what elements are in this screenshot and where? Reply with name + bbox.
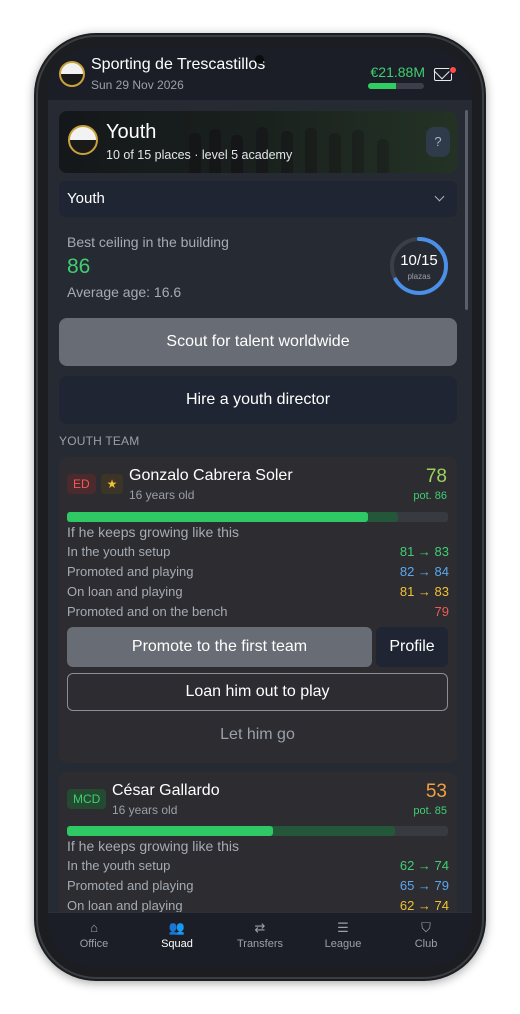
list-icon: ☰	[337, 920, 349, 935]
player-potential: pot. 86	[413, 490, 447, 502]
nav-item-label: Office	[79, 938, 109, 950]
player-name[interactable]: César Gallardo	[112, 782, 220, 800]
position-badge: ED	[67, 474, 96, 494]
page-title: Youth	[106, 121, 157, 143]
projection-label: Promoted and on the bench	[67, 604, 228, 619]
chevron-down-icon	[434, 191, 445, 202]
nav-item-label: League	[324, 938, 362, 950]
scout-talent-button[interactable]: Scout for talent worldwide	[59, 318, 457, 366]
mail-notification-dot	[449, 66, 457, 74]
player-potential: pot. 85	[413, 805, 447, 817]
game-date: Sun 29 Nov 2026	[91, 78, 184, 92]
projection-label: In the youth setup	[67, 544, 171, 559]
growth-bar-current	[67, 826, 273, 836]
projection-row: Promoted and playing 65 → 79	[67, 878, 449, 898]
nav-item-label: Transfers	[236, 938, 284, 950]
projection-label: On loan and playing	[67, 898, 183, 912]
section-title: YOUTH TEAM	[59, 434, 140, 448]
projection-value: 65 → 79	[399, 878, 449, 893]
projection-value: 81 → 83	[399, 584, 449, 599]
projection-row: On loan and playing 62 → 74	[67, 898, 449, 912]
loan-out-button[interactable]: Loan him out to play	[67, 673, 448, 711]
player-card[interactable]: MCD César Gallardo 16 years old 53 pot. …	[59, 772, 457, 912]
growth-bar	[67, 512, 448, 522]
player-card[interactable]: ED ★ Gonzalo Cabrera Soler 16 years old …	[59, 457, 457, 763]
average-age: Average age: 16.6	[67, 284, 182, 300]
nav-item-club[interactable]: ⛉ Club	[384, 920, 468, 950]
main-scroll-area[interactable]: Youth 10 of 15 places · level 5 academy …	[48, 100, 472, 912]
home-icon: ⌂	[90, 920, 98, 935]
projection-row: In the youth setup 81 → 83	[67, 544, 449, 564]
nav-item-squad[interactable]: 👥 Squad	[135, 920, 219, 950]
scrollbar[interactable]	[465, 110, 468, 310]
projection-label: Promoted and playing	[67, 878, 194, 893]
club-balance[interactable]: €21.88M	[371, 64, 425, 80]
help-button[interactable]: ?	[426, 127, 450, 157]
camera-notch	[255, 55, 264, 64]
player-rating: 53	[425, 781, 447, 802]
nav-item-transfers[interactable]: ⇄ Transfers	[218, 920, 302, 950]
projection-value: 81 → 83	[399, 544, 449, 559]
player-age: 16 years old	[129, 488, 195, 502]
projection-row: Promoted and on the bench 79	[67, 604, 449, 624]
view-select-value: Youth	[67, 190, 105, 207]
projection-row: On loan and playing 81 → 83	[67, 584, 449, 604]
places-count: 10/15	[400, 252, 438, 269]
projection-row: In the youth setup 62 → 74	[67, 858, 449, 878]
transfers-icon: ⇄	[254, 920, 266, 935]
projection-label: Promoted and playing	[67, 564, 194, 579]
club-name[interactable]: Sporting de Trescastillos	[91, 56, 265, 74]
balance-bar	[368, 83, 424, 89]
growth-bar-current	[67, 512, 368, 522]
projection-value: 62 → 74	[399, 858, 449, 873]
hire-youth-director-button[interactable]: Hire a youth director	[59, 376, 457, 424]
app-screen: Sporting de Trescastillos Sun 29 Nov 202…	[48, 47, 472, 967]
player-rating: 78	[425, 466, 447, 487]
projection-value: 62 → 74	[399, 898, 449, 912]
projection-row: Promoted and playing 82 → 84	[67, 564, 449, 584]
youth-banner: Youth 10 of 15 places · level 5 academy …	[59, 111, 457, 173]
player-age: 16 years old	[112, 803, 178, 817]
banner-crest-icon	[68, 125, 98, 155]
nav-item-label: Squad	[161, 938, 193, 950]
projection-value: 79	[434, 604, 449, 619]
growth-heading: If he keeps growing like this	[67, 838, 239, 854]
best-ceiling-label: Best ceiling in the building	[67, 234, 229, 250]
profile-button[interactable]: Profile	[376, 627, 448, 667]
star-icon: ★	[101, 474, 123, 494]
position-badge: MCD	[67, 789, 107, 809]
projection-value: 82 → 84	[399, 564, 449, 579]
promote-first-team-button[interactable]: Promote to the first team	[67, 627, 372, 667]
shield-icon: ⛉	[421, 920, 431, 935]
club-crest-icon[interactable]	[59, 61, 85, 87]
best-ceiling-value: 86	[67, 255, 91, 278]
view-select[interactable]: Youth	[59, 181, 457, 217]
nav-item-office[interactable]: ⌂ Office	[52, 920, 136, 950]
player-name[interactable]: Gonzalo Cabrera Soler	[129, 467, 293, 485]
nav-item-label: Club	[414, 938, 438, 950]
nav-item-league[interactable]: ☰ League	[301, 920, 385, 950]
academy-capacity-text: 10 of 15 places · level 5 academy	[106, 148, 293, 162]
bottom-nav: ⌂ Office 👥 Squad ⇄ Transfers ☰ League ⛉ …	[48, 912, 472, 967]
squad-icon: 👥	[168, 920, 186, 935]
places-unit: plazas	[407, 272, 431, 281]
release-player-button[interactable]: Let him go	[67, 720, 448, 750]
growth-bar	[67, 826, 448, 836]
growth-heading: If he keeps growing like this	[67, 524, 239, 540]
balance-bar-fill	[368, 83, 396, 89]
projection-label: In the youth setup	[67, 858, 171, 873]
projection-label: On loan and playing	[67, 584, 183, 599]
